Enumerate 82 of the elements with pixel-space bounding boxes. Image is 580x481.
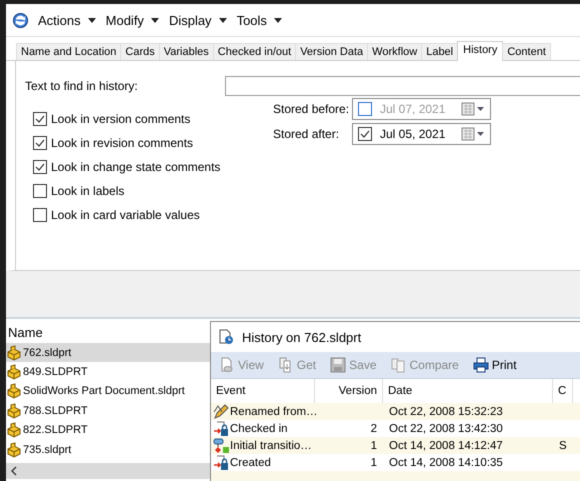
date-value: Jul 05, 2021: [380, 127, 446, 141]
part-icon: [6, 383, 22, 400]
date-picker[interactable]: Jul 05, 2021: [352, 123, 491, 145]
tab[interactable]: Checked in/out: [212, 43, 296, 60]
checkbox[interactable]: [358, 102, 372, 116]
tab[interactable]: Content: [502, 43, 551, 60]
event-cell: Renamed from…: [230, 406, 318, 418]
date-cell: Oct 22, 2008 13:42:30: [389, 422, 503, 434]
window-title: History on 762.sldprt: [242, 330, 362, 344]
toolbar-button[interactable]: Print: [472, 357, 517, 373]
checkbox[interactable]: [33, 136, 47, 150]
document-clock-icon: [218, 329, 234, 345]
checkbox-label: Look in card variable values: [51, 208, 200, 222]
file-name: 788.SLDPRT: [23, 404, 88, 417]
file-row[interactable]: 762.sldprt: [6, 343, 210, 362]
date-label: Stored before:: [273, 102, 350, 116]
lock-arrow-icon: [213, 420, 229, 436]
document-eye-icon: [219, 357, 235, 373]
date-cell: Oct 22, 2008 15:32:23: [389, 406, 503, 418]
file-row[interactable]: 822.SLDPRT: [6, 420, 210, 440]
tab[interactable]: Workflow: [367, 43, 422, 60]
version-cell: 2: [370, 422, 377, 434]
date-value: Jul 07, 2021: [380, 102, 446, 116]
column-header[interactable]: Name: [6, 323, 210, 343]
refresh-icon[interactable]: [12, 12, 29, 28]
calendar-dropdown-icon[interactable]: [461, 127, 485, 141]
checkbox-label: Look in version comments: [51, 112, 190, 126]
event-cell: Checked in: [230, 422, 288, 434]
checkbox-label: Look in change state comments: [51, 160, 220, 174]
version-cell: 1: [370, 440, 377, 452]
event-cell: Created: [230, 456, 271, 468]
file-name: 735.sldprt: [23, 444, 72, 456]
menu-item[interactable]: Tools: [236, 12, 267, 28]
tab[interactable]: Name and Location: [16, 43, 122, 60]
checkbox[interactable]: [33, 208, 47, 222]
tab[interactable]: Cards: [120, 43, 160, 60]
part-icon: [6, 442, 22, 458]
part-icon: [6, 364, 22, 380]
date-cell: Oct 14, 2008 14:12:47: [389, 440, 503, 452]
date-cell: Oct 14, 2008 14:10:35: [389, 456, 503, 468]
caret-icon[interactable]: [218, 18, 227, 22]
part-icon: [6, 344, 22, 361]
table-cell: S: [559, 440, 567, 452]
tab[interactable]: Version Data: [295, 43, 368, 60]
checkbox[interactable]: [33, 160, 47, 174]
caret-icon[interactable]: [88, 18, 96, 22]
part-icon: [6, 422, 22, 438]
tab[interactable]: Label: [421, 43, 458, 60]
checkbox-label: Look in labels: [51, 184, 124, 198]
workflow-icon: [213, 438, 229, 454]
lock-arrow-icon: [213, 454, 229, 470]
file-name: 762.sldprt: [23, 346, 72, 359]
tab[interactable]: Variables: [158, 43, 214, 60]
checkbox[interactable]: [33, 184, 47, 198]
version-cell: 1: [370, 456, 377, 468]
checkbox[interactable]: [33, 112, 47, 126]
file-row[interactable]: 849.SLDPRT: [6, 362, 210, 382]
pencil-icon: [213, 404, 229, 420]
file-row[interactable]: 735.sldprt: [6, 440, 210, 460]
search-label: Text to find in history:: [25, 79, 139, 93]
file-name: 849.SLDPRT: [23, 366, 88, 378]
file-row[interactable]: 788.SLDPRT: [6, 401, 210, 421]
calendar-dropdown-icon[interactable]: [461, 102, 485, 116]
file-row[interactable]: SolidWorks Part Document.sldprt: [6, 382, 210, 402]
printer-icon: [472, 357, 489, 373]
file-name: SolidWorks Part Document.sldprt: [23, 385, 185, 398]
menu-item[interactable]: Modify: [106, 12, 144, 28]
checkbox-label: Look in revision comments: [51, 136, 194, 150]
checkbox[interactable]: [358, 127, 372, 141]
tab[interactable]: History: [457, 41, 504, 61]
caret-icon[interactable]: [274, 18, 282, 22]
horizontal-scrollbar[interactable]: [6, 463, 210, 479]
part-icon: [6, 402, 22, 419]
caret-icon[interactable]: [150, 18, 159, 22]
scroll-left-icon[interactable]: [11, 466, 17, 476]
menu-item[interactable]: Display: [168, 12, 212, 28]
file-name: 822.SLDPRT: [23, 424, 88, 436]
date-label: Stored after:: [273, 127, 340, 141]
documents-icon: [390, 357, 406, 373]
event-cell: Initial transitio…: [230, 440, 312, 452]
search-field[interactable]: [225, 76, 580, 96]
menu-item[interactable]: Actions: [38, 12, 81, 28]
